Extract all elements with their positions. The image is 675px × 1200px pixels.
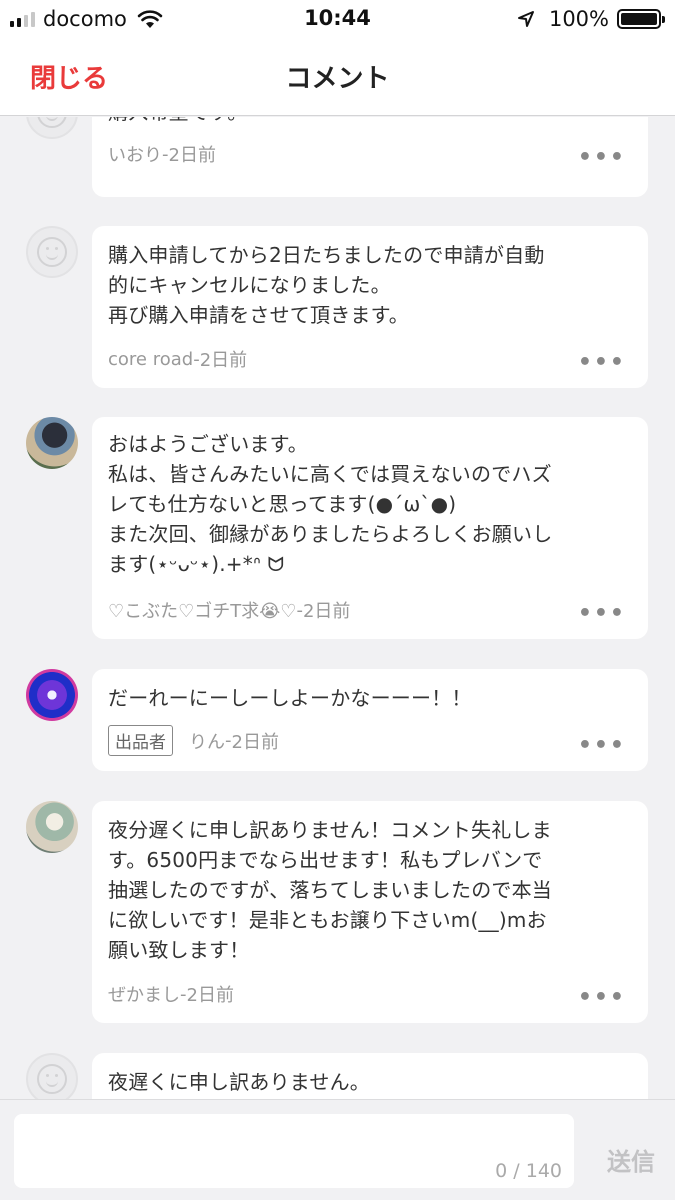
comment-meta: 出品者 りん - 2日前 bbox=[108, 725, 279, 756]
comment-meta: ♡こぶた♡ゴチT求😭♡ - 2日前 bbox=[108, 597, 350, 623]
default-avatar-icon bbox=[37, 237, 67, 267]
user-avatar[interactable] bbox=[26, 417, 78, 469]
comment-bubble: 購入希望です。 いおり - 2日前 ••• bbox=[92, 117, 648, 197]
comment-list[interactable]: 購入希望です。 いおり - 2日前 ••• 購入申請してから2日たちましたので申… bbox=[0, 117, 675, 1099]
comment-time: 2日前 bbox=[231, 731, 279, 753]
user-avatar[interactable] bbox=[26, 801, 78, 853]
comment-text: だーれーにーしーしよーかなーーー！！ bbox=[108, 686, 472, 710]
comment-bubble: 夜分遅くに申し訳ありません！コメント失礼しま す。6500円までなら出せます！私… bbox=[92, 801, 648, 1023]
comment-time: 2日前 bbox=[186, 985, 234, 1006]
more-options-button[interactable]: ••• bbox=[578, 601, 626, 626]
comment-input-bar: 0 / 140 送信 bbox=[0, 1099, 675, 1200]
comment-input-field[interactable]: 0 / 140 bbox=[14, 1114, 574, 1188]
comment-bubble: 夜遅くに申し訳ありません。 bbox=[92, 1053, 648, 1099]
comment-text: 夜遅くに申し訳ありません。 bbox=[108, 1070, 370, 1094]
comment-bubble: だーれーにーしーしよーかなーーー！！ 出品者 りん - 2日前 ••• bbox=[92, 669, 648, 771]
battery-icon bbox=[617, 9, 665, 29]
user-avatar[interactable] bbox=[26, 226, 78, 278]
more-options-button[interactable]: ••• bbox=[578, 350, 626, 375]
more-options-button[interactable]: ••• bbox=[578, 733, 626, 758]
comment-username[interactable]: ♡こぶた♡ゴチT求😭♡ bbox=[108, 597, 296, 623]
comment-username[interactable]: いおり bbox=[108, 141, 162, 167]
more-options-button[interactable]: ••• bbox=[578, 145, 626, 170]
comment-username[interactable]: りん bbox=[189, 728, 225, 754]
comment-text: おはようございます。 私は、皆さんみたいに高くでは買えないのでハズ レても仕方な… bbox=[108, 432, 553, 576]
comment-bubble: おはようございます。 私は、皆さんみたいに高くでは買えないのでハズ レても仕方な… bbox=[92, 417, 648, 639]
default-avatar-icon bbox=[37, 117, 67, 128]
seller-badge: 出品者 bbox=[108, 725, 173, 756]
user-avatar[interactable] bbox=[26, 1053, 78, 1099]
comment-meta: ぜかまし - 2日前 bbox=[108, 981, 234, 1007]
comment-text: 購入申請してから2日たちましたので申請が自動 的にキャンセルになりました。 再び… bbox=[108, 243, 545, 327]
battery-percent: 100% bbox=[548, 7, 609, 31]
user-avatar[interactable] bbox=[26, 117, 78, 139]
page-title: コメント bbox=[285, 64, 390, 94]
send-button[interactable]: 送信 bbox=[607, 1142, 655, 1177]
comment-meta: core road - 2日前 bbox=[108, 346, 247, 372]
comment-text: 夜分遅くに申し訳ありません！コメント失礼しま す。6500円までなら出せます！私… bbox=[108, 818, 552, 962]
comment-username[interactable]: core road bbox=[108, 349, 193, 370]
comment-text: 購入希望です。 bbox=[108, 117, 632, 127]
location-arrow-icon bbox=[517, 11, 534, 27]
more-options-button[interactable]: ••• bbox=[578, 985, 626, 1010]
character-counter: 0 / 140 bbox=[495, 1160, 562, 1182]
default-avatar-icon bbox=[37, 1064, 67, 1094]
battery-level-fill bbox=[621, 13, 657, 25]
comment-bubble: 購入申請してから2日たちましたので申請が自動 的にキャンセルになりました。 再び… bbox=[92, 226, 648, 388]
comment-time: 2日前 bbox=[168, 145, 216, 166]
navigation-header: 閉じる コメント bbox=[0, 40, 675, 116]
user-avatar[interactable] bbox=[26, 669, 78, 721]
status-bar: docomo 10:44 100% bbox=[0, 0, 675, 40]
comment-username[interactable]: ぜかまし bbox=[108, 981, 180, 1007]
comment-time: 2日前 bbox=[302, 601, 351, 622]
comment-time: 2日前 bbox=[199, 350, 248, 371]
comment-meta: いおり - 2日前 bbox=[108, 141, 216, 167]
